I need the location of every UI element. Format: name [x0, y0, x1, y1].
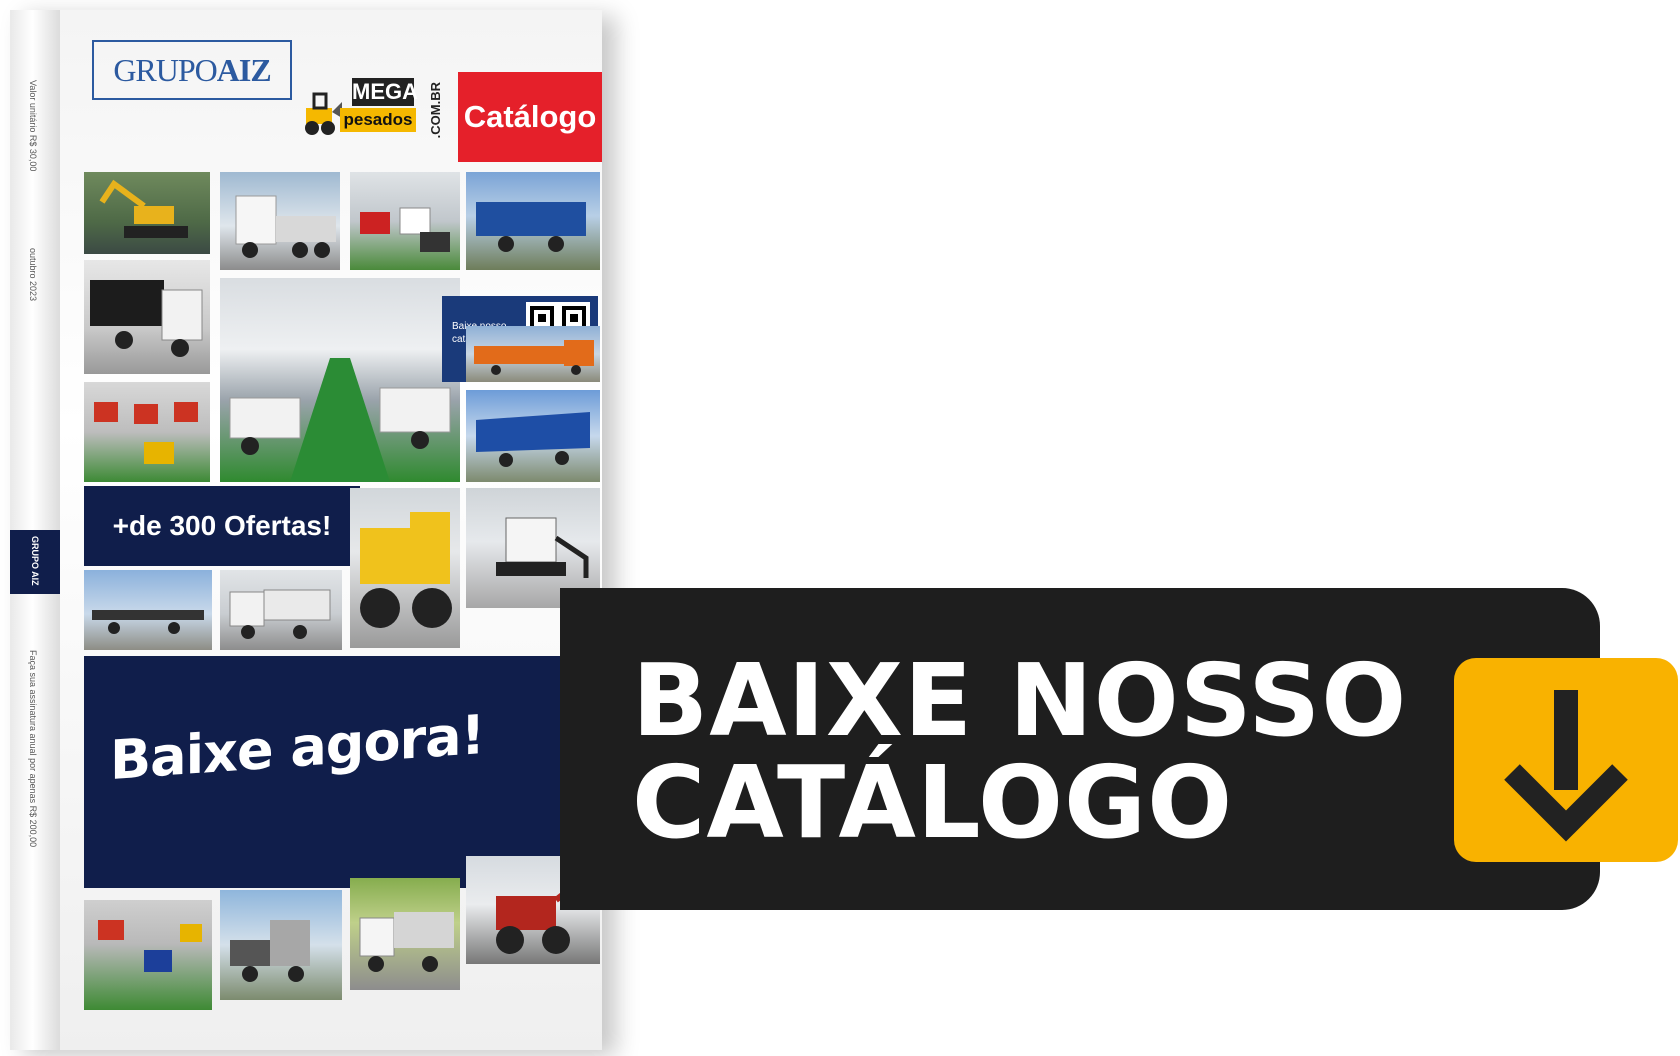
mega-domain: .COM.BR: [428, 82, 443, 139]
photo-blue-trailer: [466, 172, 600, 270]
photo-black-truck: [84, 260, 210, 374]
download-button[interactable]: [1454, 658, 1678, 862]
photo-blue-dump-trailer: [466, 390, 600, 482]
banner-line-1: BAIXE NOSSO: [632, 642, 1408, 759]
download-now-text: Baixe agora!: [110, 702, 485, 793]
banner-line-2: CATÁLOGO: [632, 744, 1234, 861]
photo-orange-trucks: [466, 326, 600, 382]
arrow-down-icon: [1504, 690, 1628, 842]
pesados-word: pesados: [340, 108, 416, 132]
spine-price: Valor unitário R$ 30,00: [28, 80, 38, 172]
photo-volvo-dump: [350, 878, 460, 990]
spine-subscription: Faça sua assinatura anual por apenas R$ …: [28, 650, 38, 848]
banner-headline: BAIXE NOSSO CATÁLOGO: [632, 642, 1408, 861]
photo-expo-hall: [350, 172, 460, 270]
spine-date: outubro 2023: [28, 248, 38, 302]
mega-word: MEGA: [352, 78, 418, 106]
book-front-cover: GRUPOAIZ MEGA pesados .COM.BR Catálogo 2…: [60, 10, 602, 1050]
photo-dump-truck: [220, 570, 342, 650]
download-catalog-banner[interactable]: BAIXE NOSSO CATÁLOGO: [560, 588, 1600, 910]
photo-warehouse-aisle: [220, 278, 460, 482]
spine-brand: GRUPO AIZ: [30, 536, 40, 586]
photo-excavator: [84, 172, 210, 254]
download-now-band[interactable]: Baixe agora!: [84, 656, 602, 888]
loader-icon: [305, 92, 342, 135]
photo-white-truck: [220, 172, 340, 270]
book-spine: Valor unitário R$ 30,00 outubro 2023 GRU…: [10, 10, 60, 1050]
photo-timber-truck: [220, 890, 342, 1000]
mega-pesados-logo: MEGA pesados .COM.BR: [300, 78, 443, 144]
catalog-label: Catálogo: [458, 72, 602, 162]
photo-expo-tractors: [84, 900, 212, 1010]
photo-flatbed-trailer: [84, 570, 212, 650]
photo-red-tractors: [84, 382, 210, 482]
offers-banner: +de 300 Ofertas!: [84, 486, 360, 566]
catalog-book-cover[interactable]: Valor unitário R$ 30,00 outubro 2023 GRU…: [10, 10, 602, 1050]
photo-mining-truck: [350, 488, 460, 648]
grupo-aiz-logo: GRUPO AIZ: [92, 40, 292, 100]
